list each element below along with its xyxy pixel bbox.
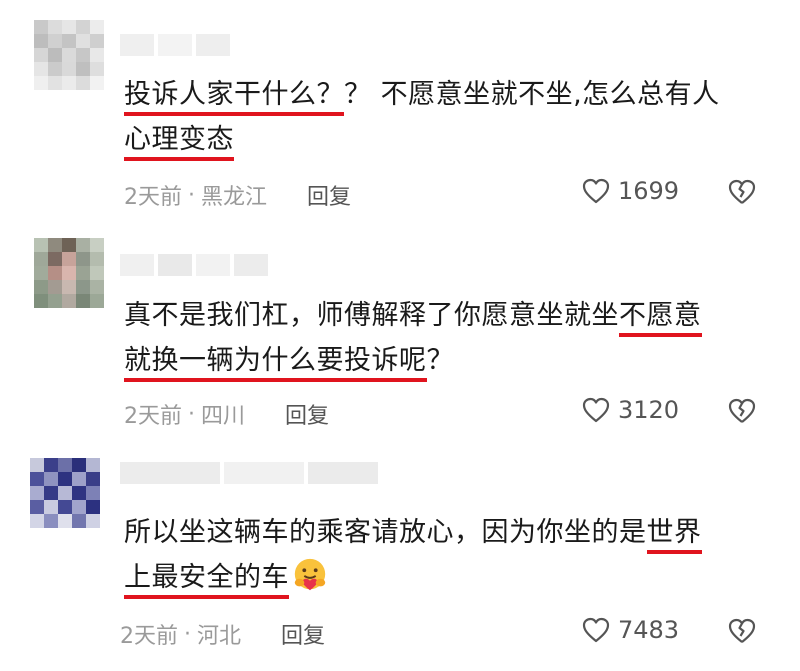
underlined-text: 心理变态	[124, 124, 234, 161]
comment-meta: 2天前 · 四川 回复	[124, 398, 329, 430]
timestamp: 2天前	[124, 404, 182, 429]
avatar[interactable]	[30, 458, 100, 528]
like-count: 3120	[618, 396, 680, 424]
broken-heart-icon[interactable]	[728, 398, 756, 424]
avatar[interactable]	[34, 238, 104, 308]
username-blurred[interactable]	[120, 254, 268, 276]
comment-meta: 2天前 · 河北 回复	[120, 618, 325, 650]
comment-1: 投诉人家干什么？？ 不愿意坐就不坐,怎么总有人 心理变态 2天前 · 黑龙江 回…	[0, 0, 800, 220]
hug-face-emoji	[294, 558, 326, 591]
comment-meta: 2天前 · 黑龙江 回复	[124, 179, 351, 211]
location: 黑龙江	[201, 185, 268, 210]
location: 四川	[201, 404, 246, 429]
like-count: 7483	[618, 616, 680, 644]
comment-2: 真不是我们杠，师傅解释了你愿意坐就坐不愿意 就换一辆为什么要投诉呢？ 2天前 ·…	[0, 220, 800, 440]
reply-button[interactable]: 回复	[281, 618, 325, 650]
heart-outline-icon	[582, 178, 610, 204]
underlined-text: 投诉人家干什么？	[124, 79, 344, 116]
comment-3: 所以坐这辆车的乘客请放心，因为你坐的是世界 上最安全的车 2天前 · 河北 回复…	[0, 440, 800, 671]
underlined-text: 上最安全的车	[124, 562, 289, 599]
reply-button[interactable]: 回复	[285, 398, 329, 430]
username-blurred[interactable]	[120, 34, 230, 56]
timestamp: 2天前	[120, 624, 178, 649]
underlined-text: 就换一辆为什么要投诉呢	[124, 345, 427, 382]
like-button[interactable]: 7483	[582, 616, 679, 644]
like-count: 1699	[618, 177, 680, 205]
underlined-text: 世界	[646, 517, 702, 554]
avatar[interactable]	[34, 20, 104, 90]
broken-heart-icon[interactable]	[728, 618, 756, 644]
broken-heart-icon[interactable]	[728, 179, 756, 205]
comment-text: 投诉人家干什么？？ 不愿意坐就不坐,怎么总有人 心理变态	[124, 72, 774, 162]
timestamp: 2天前	[124, 185, 182, 210]
username-blurred[interactable]	[120, 462, 378, 484]
like-button[interactable]: 3120	[582, 396, 679, 424]
comment-text: 真不是我们杠，师傅解释了你愿意坐就坐不愿意 就换一辆为什么要投诉呢？	[124, 293, 774, 383]
heart-outline-icon	[582, 617, 610, 643]
reply-button[interactable]: 回复	[307, 179, 351, 211]
heart-outline-icon	[582, 397, 610, 423]
comment-text: 所以坐这辆车的乘客请放心，因为你坐的是世界 上最安全的车	[124, 510, 774, 600]
location: 河北	[197, 624, 242, 649]
like-button[interactable]: 1699	[582, 177, 679, 205]
underlined-text: 不愿意	[619, 300, 702, 337]
